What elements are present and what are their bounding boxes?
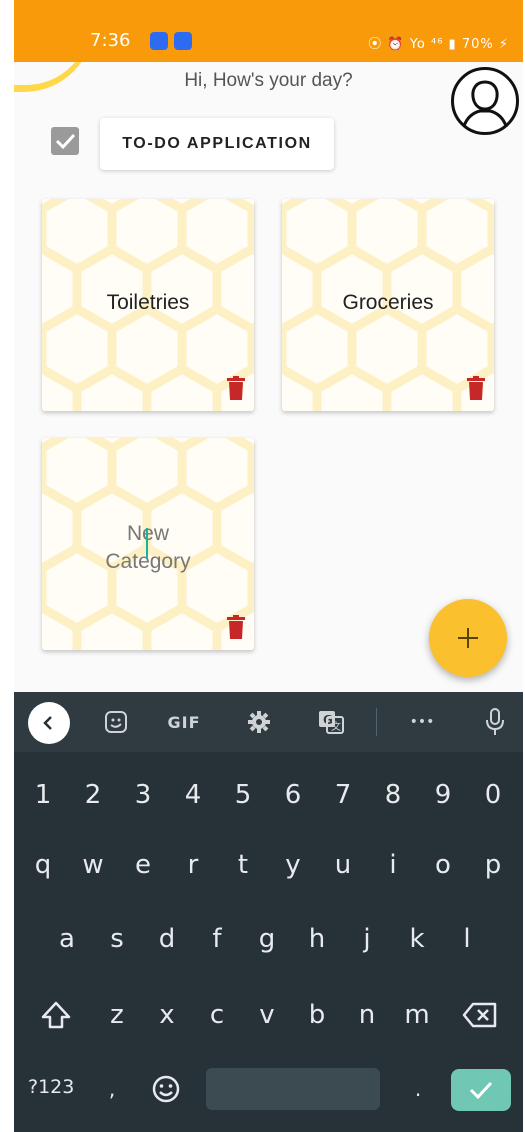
key-6[interactable]: 6 — [268, 760, 318, 830]
comma-key[interactable]: , — [94, 1064, 130, 1114]
status-bar: 7:36 ⦿ ⏰ Yo ⁴⁶ ▮ 70% ⚡ — [14, 0, 523, 62]
letter-row-2: a s d f g h j k l — [14, 904, 523, 974]
gif-button[interactable]: GIF — [162, 706, 206, 738]
key-k[interactable]: k — [392, 904, 442, 974]
svg-text:文: 文 — [331, 720, 341, 733]
key-v[interactable]: v — [242, 980, 292, 1050]
letter-row-1: q w e r t y u i o p — [14, 830, 523, 900]
key-o[interactable]: o — [418, 830, 468, 900]
text-cursor — [146, 528, 148, 558]
discord-notification-icon — [150, 32, 168, 50]
category-card-editing[interactable]: New Category — [42, 438, 254, 650]
key-5[interactable]: 5 — [218, 760, 268, 830]
chevron-left-icon — [43, 716, 52, 730]
key-8[interactable]: 8 — [368, 760, 418, 830]
key-h[interactable]: h — [292, 904, 342, 974]
key-y[interactable]: y — [268, 830, 318, 900]
period-key[interactable]: . — [398, 1064, 438, 1114]
toolbar-divider — [376, 708, 377, 736]
key-f[interactable]: f — [192, 904, 242, 974]
shift-key-icon[interactable] — [28, 980, 84, 1050]
key-d[interactable]: d — [142, 904, 192, 974]
sticker-icon[interactable] — [100, 706, 132, 738]
key-3[interactable]: 3 — [118, 760, 168, 830]
space-key[interactable] — [206, 1068, 380, 1110]
emoji-key-icon[interactable] — [146, 1064, 186, 1114]
letter-row-3: z x c v b n m — [14, 980, 523, 1050]
profile-avatar-icon[interactable] — [451, 67, 519, 135]
number-row: 1 2 3 4 5 6 7 8 9 0 — [14, 760, 523, 830]
key-q[interactable]: q — [18, 830, 68, 900]
category-label: Toiletries — [106, 291, 190, 314]
key-x[interactable]: x — [142, 980, 192, 1050]
key-w[interactable]: w — [68, 830, 118, 900]
keyboard-toolbar: GIF G 文 ••• — [14, 692, 523, 752]
app-title-button[interactable]: TO-DO APPLICATION — [100, 118, 334, 170]
key-z[interactable]: z — [92, 980, 142, 1050]
key-e[interactable]: e — [118, 830, 168, 900]
key-j[interactable]: j — [342, 904, 392, 974]
delete-trash-icon[interactable] — [466, 376, 486, 405]
category-name-input[interactable]: New Category — [42, 520, 254, 576]
key-c[interactable]: c — [192, 980, 242, 1050]
key-0[interactable]: 0 — [468, 760, 518, 830]
category-label: Groceries — [342, 291, 434, 314]
key-m[interactable]: m — [392, 980, 442, 1050]
category-card[interactable]: Toiletries — [42, 199, 254, 411]
collapse-toolbar-button[interactable] — [28, 702, 70, 744]
key-b[interactable]: b — [292, 980, 342, 1050]
greeting-text: Hi, How's your day? — [184, 70, 353, 91]
key-t[interactable]: t — [218, 830, 268, 900]
key-9[interactable]: 9 — [418, 760, 468, 830]
soft-keyboard: GIF G 文 ••• 1 2 3 4 5 6 7 8 9 0 q w e r … — [14, 692, 523, 1132]
delete-trash-icon[interactable] — [226, 376, 246, 405]
key-p[interactable]: p — [468, 830, 518, 900]
settings-gear-icon[interactable] — [242, 706, 276, 738]
select-all-checkbox[interactable] — [51, 127, 79, 155]
status-indicators: ⦿ ⏰ Yo ⁴⁶ ▮ 70% ⚡ — [368, 37, 509, 52]
key-r[interactable]: r — [168, 830, 218, 900]
key-n[interactable]: n — [342, 980, 392, 1050]
key-a[interactable]: a — [42, 904, 92, 974]
key-g[interactable]: g — [242, 904, 292, 974]
key-2[interactable]: 2 — [68, 760, 118, 830]
checkmark-icon — [469, 1081, 493, 1100]
app-notification-icon — [174, 32, 192, 50]
enter-key[interactable] — [451, 1069, 511, 1111]
app-screen: Hi, How's your day? TO-DO APPLICATION To… — [14, 62, 523, 692]
key-1[interactable]: 1 — [18, 760, 68, 830]
plus-icon — [458, 628, 478, 648]
symbols-key[interactable]: ?123 — [28, 1076, 74, 1098]
key-7[interactable]: 7 — [318, 760, 368, 830]
add-category-button[interactable] — [429, 599, 507, 677]
key-l[interactable]: l — [442, 904, 492, 974]
check-icon — [55, 133, 76, 150]
microphone-icon[interactable] — [480, 706, 510, 738]
status-time: 7:36 — [90, 30, 131, 51]
delete-trash-icon[interactable] — [226, 615, 246, 644]
key-u[interactable]: u — [318, 830, 368, 900]
key-s[interactable]: s — [92, 904, 142, 974]
key-i[interactable]: i — [368, 830, 418, 900]
key-4[interactable]: 4 — [168, 760, 218, 830]
more-options-button[interactable]: ••• — [404, 706, 440, 738]
backspace-key-icon[interactable] — [452, 980, 508, 1050]
category-card[interactable]: Groceries — [282, 199, 494, 411]
translate-icon[interactable]: G 文 — [314, 706, 348, 738]
